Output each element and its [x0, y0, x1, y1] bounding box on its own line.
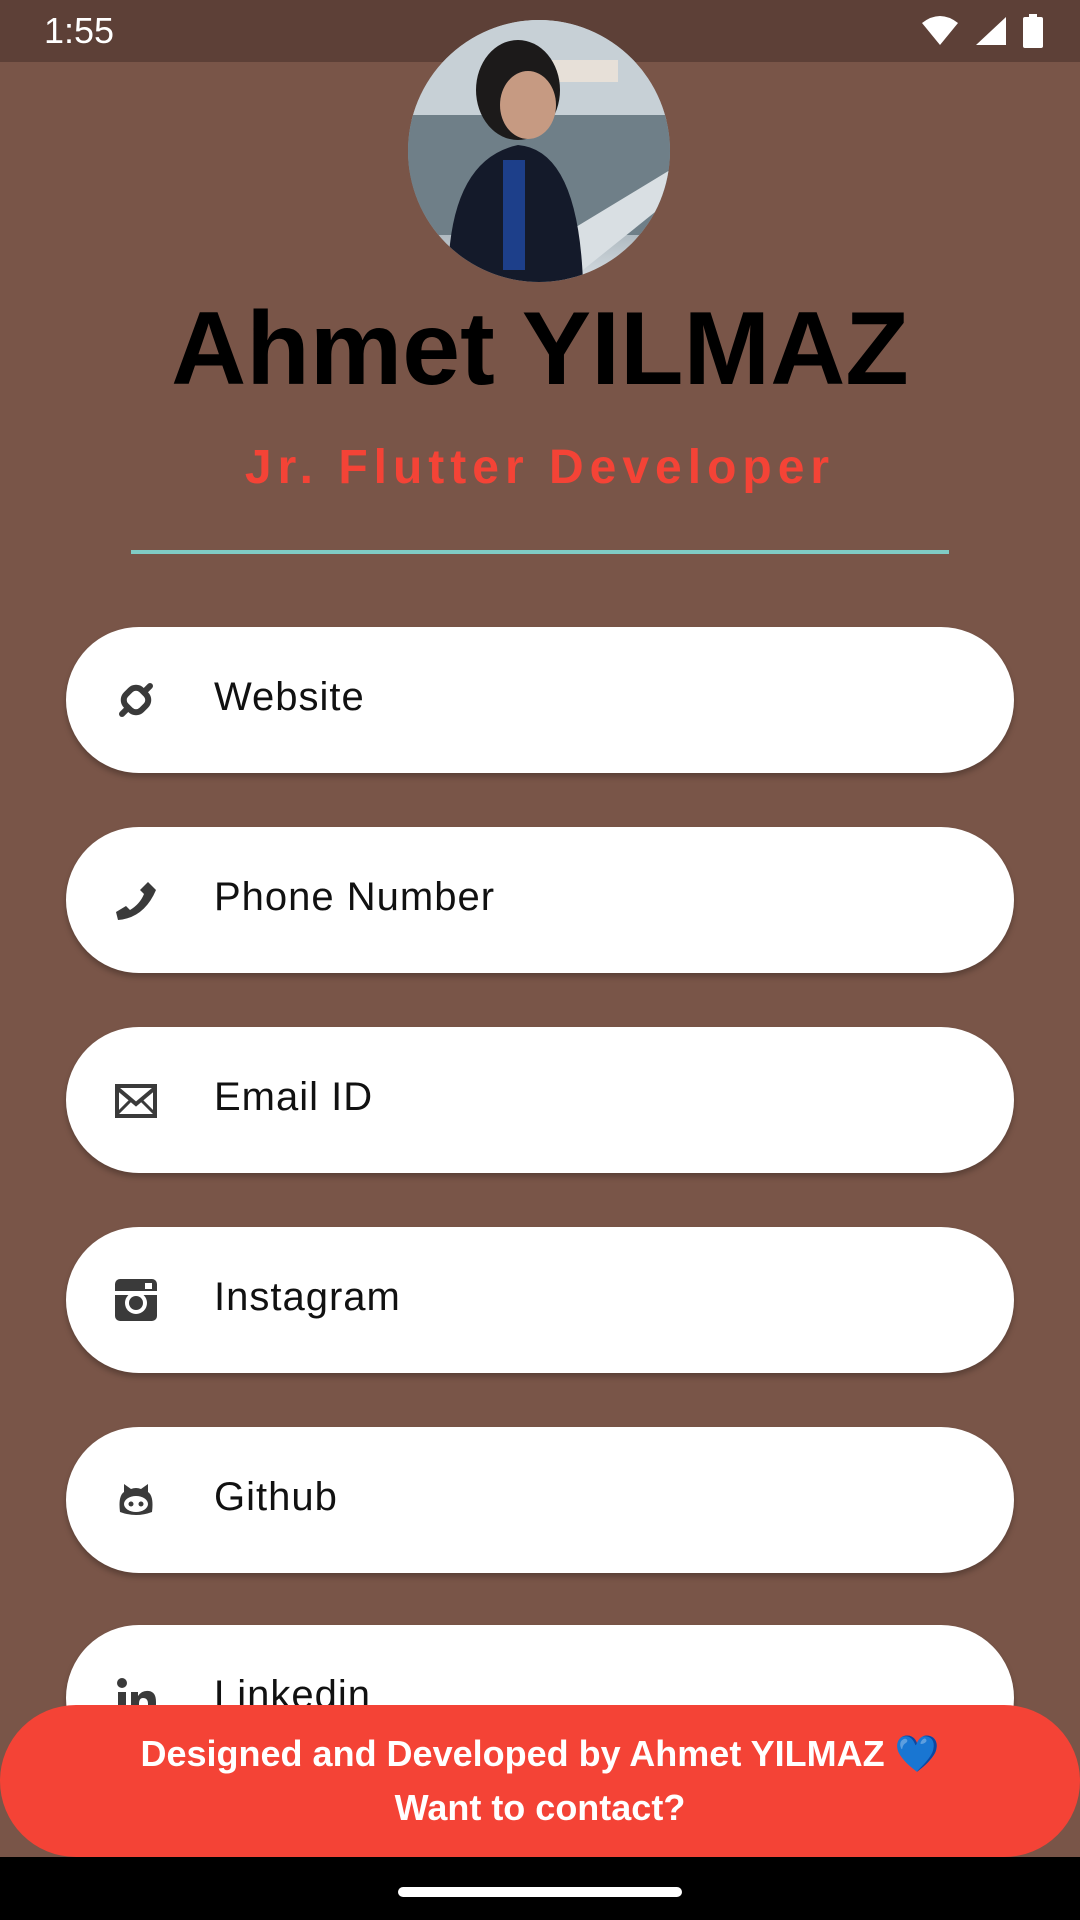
signal-icon	[976, 17, 1006, 45]
phone-label: Phone Number	[214, 875, 496, 919]
profile-photo	[408, 20, 670, 282]
contact-footer-button[interactable]: Designed and Developed by Ahmet YILMAZ 💙…	[0, 1705, 1080, 1857]
avatar	[408, 20, 670, 282]
footer-contact: Want to contact?	[394, 1787, 686, 1828]
status-time: 1:55	[44, 10, 115, 51]
profile-name: Ahmet YILMAZ	[171, 291, 909, 407]
phone-card[interactable]: Phone Number	[66, 827, 1014, 973]
phone-icon	[116, 882, 156, 920]
email-card[interactable]: Email ID	[66, 1027, 1014, 1173]
divider	[131, 550, 949, 554]
navigation-bar	[0, 1857, 1080, 1920]
github-icon	[119, 1484, 153, 1515]
email-icon	[115, 1084, 157, 1118]
status-icons	[920, 14, 1044, 48]
instagram-card[interactable]: Instagram	[66, 1227, 1014, 1373]
profile-role: Jr. Flutter Developer	[244, 441, 836, 494]
github-card[interactable]: Github	[66, 1427, 1014, 1573]
email-label: Email ID	[214, 1075, 374, 1119]
github-label: Github	[214, 1475, 338, 1519]
instagram-label: Instagram	[214, 1275, 401, 1319]
instagram-icon	[115, 1279, 157, 1321]
battery-icon	[1023, 14, 1043, 48]
website-card[interactable]: Website	[66, 627, 1014, 773]
footer-credit: Designed and Developed by Ahmet YILMAZ 💙	[140, 1733, 940, 1774]
wifi-icon	[922, 16, 958, 45]
home-handle[interactable]	[398, 1887, 682, 1897]
link-icon	[119, 683, 153, 717]
website-label: Website	[214, 675, 365, 719]
